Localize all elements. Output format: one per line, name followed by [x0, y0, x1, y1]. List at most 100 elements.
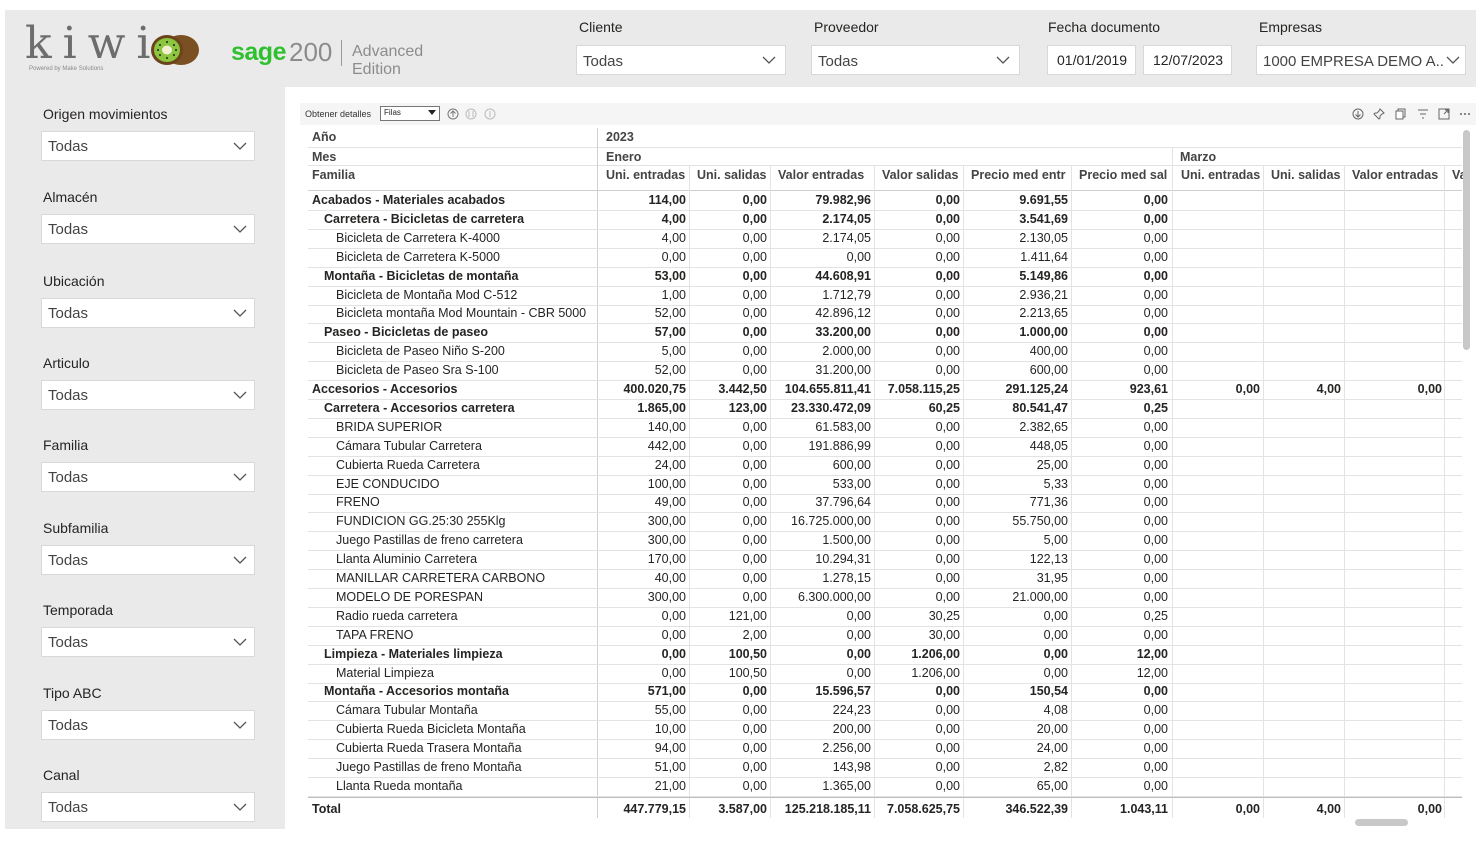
column-header[interactable]: Uni. entradas	[1181, 168, 1262, 182]
side-filter-dropdown[interactable]: Todas	[41, 710, 255, 740]
table-cell: 448,05	[1029, 438, 1068, 453]
row-label[interactable]: FUNDICION GG.25:30 255Klg	[336, 514, 591, 528]
vertical-scrollbar[interactable]	[1463, 130, 1470, 350]
row-label[interactable]: Llanta Rueda montaña	[336, 779, 591, 793]
column-header[interactable]: Valor salidas	[882, 168, 962, 182]
column-header[interactable]: Valor entradas	[778, 168, 873, 182]
proveedor-value: Todas	[818, 53, 859, 70]
column-header[interactable]: Uni. salidas	[1271, 168, 1343, 182]
table-cell: 0,00	[1143, 722, 1168, 737]
row-label[interactable]: Cubierta Rueda Carretera	[336, 458, 591, 472]
row-label[interactable]: Material Limpieza	[336, 666, 591, 680]
proveedor-dropdown[interactable]: Todas	[811, 45, 1020, 75]
divider	[308, 147, 1462, 148]
row-label[interactable]: EJE CONDUCIDO	[336, 477, 591, 491]
row-label[interactable]: Carretera - Bicicletas de carretera	[324, 212, 591, 226]
table-cell: 20,00	[1036, 722, 1068, 737]
drill-mode-icon[interactable]	[484, 108, 496, 120]
row-label[interactable]: Carretera - Accesorios carretera	[324, 401, 591, 415]
row-label[interactable]: Radio rueda carretera	[336, 609, 591, 623]
row-label[interactable]: Cubierta Rueda Bicicleta Montaña	[336, 722, 591, 736]
row-label[interactable]: Paseo - Bicicletas de paseo	[324, 325, 591, 339]
empresas-dropdown[interactable]: 1000 EMPRESA DEMO A...	[1256, 45, 1466, 75]
side-filter-dropdown[interactable]: Todas	[41, 380, 255, 410]
row-label[interactable]: MANILLAR CARRETERA CARBONO	[336, 571, 591, 585]
fecha-hasta-input[interactable]: 12/07/2023	[1143, 45, 1232, 75]
table-cell: 0,00	[742, 703, 767, 718]
filter-icon[interactable]	[1417, 108, 1429, 120]
table-cell: 0,00	[1143, 571, 1168, 585]
table-cell: 0,00	[935, 363, 960, 378]
table-cell: 0,00	[742, 419, 767, 434]
details-select[interactable]: Filas	[380, 106, 440, 121]
row-label[interactable]: Limpieza - Materiales limpieza	[324, 647, 591, 661]
row-label[interactable]: Cámara Tubular Carretera	[336, 439, 591, 453]
side-filter-dropdown[interactable]: Todas	[41, 214, 255, 244]
month-header[interactable]: Marzo	[1180, 150, 1216, 164]
side-filter-dropdown[interactable]: Todas	[41, 792, 255, 822]
pin-icon[interactable]	[1373, 108, 1385, 120]
cliente-dropdown[interactable]: Todas	[576, 45, 786, 75]
side-filter-dropdown[interactable]: Todas	[41, 131, 255, 161]
row-label[interactable]: MODELO DE PORESPAN	[336, 590, 591, 604]
column-header[interactable]: Precio med sal	[1079, 168, 1170, 182]
empresas-label: Empresas	[1259, 19, 1323, 35]
drill-up-icon[interactable]	[447, 108, 459, 120]
row-label[interactable]: Llanta Aluminio Carretera	[336, 552, 591, 566]
row-label[interactable]: Bicicleta montaña Mod Mountain - CBR 500…	[336, 306, 591, 320]
row-label[interactable]: Juego Pastillas de freno Montaña	[336, 760, 591, 774]
expand-level-icon[interactable]	[465, 108, 477, 120]
month-header[interactable]: Enero	[606, 150, 641, 164]
table-cell: 0,00	[742, 476, 767, 491]
column-header[interactable]: Uni. entradas	[606, 168, 688, 182]
side-filter-dropdown[interactable]: Todas	[41, 627, 255, 657]
row-label[interactable]: Bicicleta de Montaña Mod C-512	[336, 288, 591, 302]
row-label[interactable]: FRENO	[336, 495, 591, 509]
row-label[interactable]: BRIDA SUPERIOR	[336, 420, 591, 434]
table-cell: 1.278,15	[822, 571, 871, 585]
horizontal-scrollbar[interactable]	[1355, 819, 1408, 826]
chevron-down-icon	[233, 473, 247, 481]
table-cell: 0,00	[1143, 249, 1168, 264]
row-label[interactable]: Bicicleta de Paseo Niño S-200	[336, 344, 591, 358]
copy-icon[interactable]	[1395, 108, 1407, 120]
table-cell: 16.725.000,00	[791, 514, 871, 529]
row-label[interactable]: Bicicleta de Carretera K-4000	[336, 231, 591, 245]
brand-logos: kiwi Powered by Make Solutions sage 200 …	[25, 22, 475, 79]
year-header[interactable]: 2023	[606, 130, 634, 144]
column-header[interactable]: Valor entradas	[1352, 168, 1444, 182]
side-filter-value: Todas	[48, 387, 89, 404]
more-options-icon[interactable]	[1459, 108, 1471, 120]
drill-down-icon[interactable]	[1352, 108, 1364, 120]
row-label[interactable]: Juego Pastillas de freno carretera	[336, 533, 591, 547]
column-header[interactable]: Uni. salidas	[697, 168, 769, 182]
total-cell: 4,00	[1316, 802, 1341, 816]
row-label[interactable]: Montaña - Bicicletas de montaña	[324, 269, 591, 283]
row-label[interactable]: Bicicleta de Paseo Sra S-100	[336, 363, 591, 377]
row-divider	[308, 285, 1462, 287]
column-header[interactable]: Precio med entr	[971, 168, 1070, 182]
table-cell: 442,00	[647, 438, 686, 453]
row-label[interactable]: TAPA FRENO	[336, 628, 591, 642]
table-cell: 100,50	[728, 646, 767, 661]
table-cell: 0,00	[1043, 627, 1068, 642]
side-filter-dropdown[interactable]: Todas	[41, 298, 255, 328]
chevron-down-icon	[233, 391, 247, 399]
row-label[interactable]: Bicicleta de Carretera K-5000	[336, 250, 591, 264]
side-filter-label: Familia	[43, 437, 89, 453]
table-cell: 6.300.000,00	[798, 589, 871, 604]
row-label[interactable]: Cubierta Rueda Trasera Montaña	[336, 741, 591, 755]
table-cell: 57,00	[654, 325, 686, 340]
row-label[interactable]: Montaña - Accesorios montaña	[324, 684, 591, 698]
table-cell: 0,00	[846, 627, 871, 642]
focus-mode-icon[interactable]	[1438, 108, 1450, 120]
fecha-desde-input[interactable]: 01/01/2019	[1047, 45, 1136, 75]
table-cell: 51,00	[654, 760, 686, 774]
row-label[interactable]: Acabados - Materiales acabados	[312, 193, 591, 207]
side-filter-dropdown[interactable]: Todas	[41, 462, 255, 492]
row-label[interactable]: Accesorios - Accesorios	[312, 382, 591, 396]
side-filter-dropdown[interactable]: Todas	[41, 545, 255, 575]
details-label: Obtener detalles	[305, 109, 372, 119]
row-label[interactable]: Cámara Tubular Montaña	[336, 703, 591, 717]
table-cell: 0,00	[935, 760, 960, 774]
